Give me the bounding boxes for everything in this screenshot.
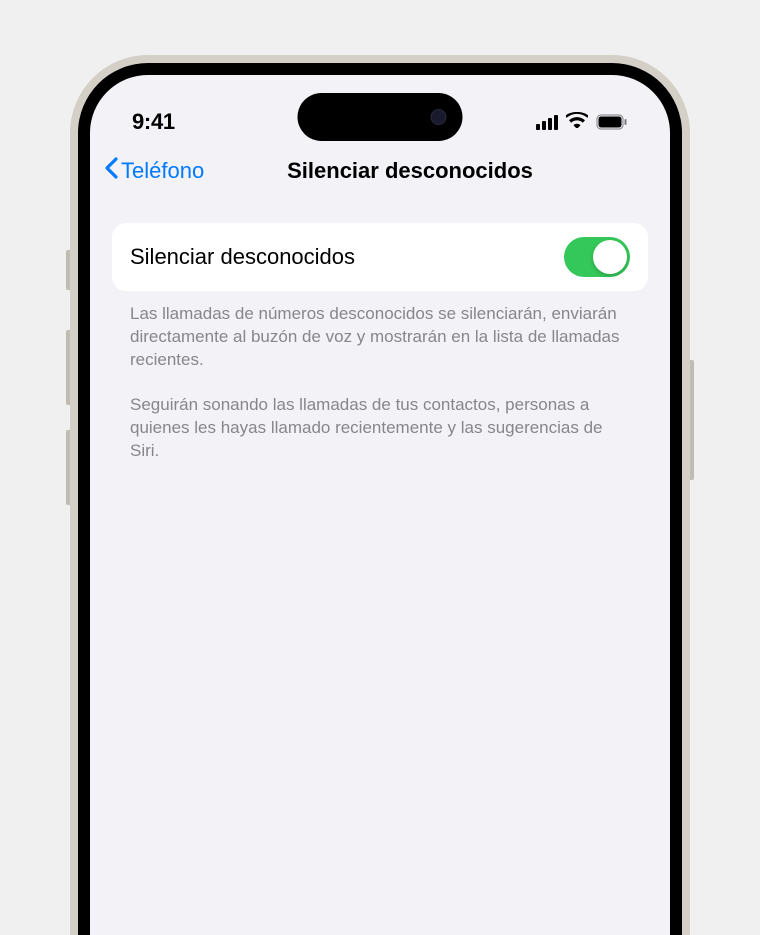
status-icons: [536, 112, 628, 133]
footer-paragraph-1: Las llamadas de números desconocidos se …: [130, 303, 630, 372]
wifi-icon: [566, 112, 588, 133]
cellular-signal-icon: [536, 115, 558, 130]
settings-group: Silenciar desconocidos: [112, 223, 648, 291]
battery-icon: [596, 114, 628, 130]
footer-paragraph-2: Seguirán sonando las llamadas de tus con…: [130, 394, 630, 463]
back-button[interactable]: Teléfono: [104, 157, 204, 185]
navigation-bar: Teléfono Silenciar desconocidos: [90, 145, 670, 199]
chevron-left-icon: [104, 157, 119, 185]
dynamic-island: [298, 93, 463, 141]
phone-bezel: 9:41: [78, 63, 682, 935]
screen: 9:41: [90, 75, 670, 935]
ringer-switch: [66, 250, 70, 290]
volume-down-button: [66, 430, 70, 505]
silence-unknown-label: Silenciar desconocidos: [130, 244, 355, 270]
silence-unknown-row: Silenciar desconocidos: [112, 223, 648, 291]
phone-frame: 9:41: [70, 55, 690, 935]
toggle-knob: [593, 240, 627, 274]
power-button: [690, 360, 694, 480]
settings-footer: Las llamadas de números desconocidos se …: [130, 303, 630, 463]
back-label: Teléfono: [121, 158, 204, 184]
volume-up-button: [66, 330, 70, 405]
status-time: 9:41: [132, 109, 175, 135]
silence-unknown-toggle[interactable]: [564, 237, 630, 277]
